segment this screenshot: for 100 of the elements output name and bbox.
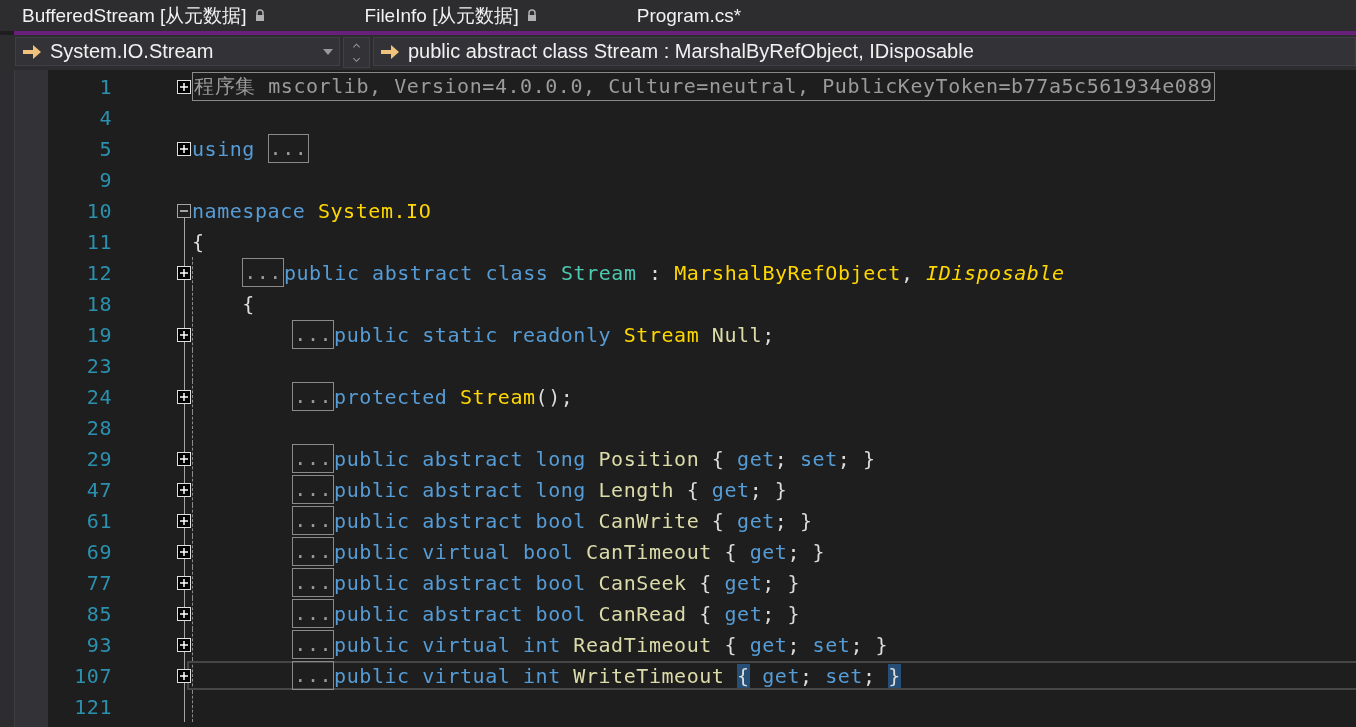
expand-icon[interactable] [177, 451, 191, 466]
line-number: 61 [85, 508, 112, 533]
expand-icon[interactable] [177, 265, 191, 280]
code-token: get [711, 477, 750, 502]
code-token: System.IO [317, 198, 432, 223]
code-token: CanRead [598, 601, 687, 626]
expand-icon[interactable] [177, 513, 191, 528]
code-token: protected [334, 384, 449, 409]
collapsed-code[interactable]: ... [242, 258, 284, 287]
line-number: 19 [85, 322, 112, 347]
collapsed-code[interactable]: ... [292, 320, 335, 349]
collapsed-code[interactable]: ... [292, 506, 335, 535]
line-number: 11 [85, 229, 112, 254]
line-number: 29 [85, 446, 112, 471]
code-token: ; [774, 446, 789, 471]
code-token: { [192, 229, 205, 254]
code-token: ; [862, 663, 877, 688]
line-number: 1 [98, 74, 112, 99]
collapsed-code[interactable]: ... [292, 568, 335, 597]
collapsed-code[interactable]: ... [292, 537, 335, 566]
code-token: public static readonly [334, 322, 613, 347]
line-number: 85 [85, 601, 112, 626]
code-token: Null [710, 322, 763, 347]
code-token: { [698, 570, 713, 595]
collapsed-code[interactable]: ... [292, 661, 335, 690]
code-token: ; [762, 322, 775, 347]
line-number: 23 [85, 353, 112, 378]
code-token: public virtual int [334, 663, 562, 688]
code-token: ; } [787, 539, 826, 564]
collapsed-code[interactable]: ... [292, 599, 335, 628]
code-token: Stream [560, 260, 637, 285]
code-token: public abstract bool [334, 601, 587, 626]
member-dropdown[interactable]: public abstract class Stream : MarshalByRefObject, IDisposable [373, 37, 1356, 66]
collapsed-code[interactable]: ... [292, 630, 335, 659]
collapsed-code[interactable]: ... [292, 444, 335, 473]
code-token: ; } [774, 508, 813, 533]
code-token: Stream [460, 384, 536, 409]
code-token: ; [787, 632, 801, 657]
code-token: ; } [749, 477, 788, 502]
line-number: 121 [73, 694, 112, 719]
code-token: { [710, 508, 726, 533]
expand-icon[interactable] [177, 668, 191, 683]
line-number: 9 [98, 167, 112, 192]
line-number: 47 [85, 477, 112, 502]
file-tab[interactable]: BufferedStream [从元数据] [12, 0, 275, 31]
file-tab[interactable]: FileInfo [从元数据] [354, 0, 547, 31]
code-token: get [737, 446, 775, 471]
code-token: ReadTimeout [573, 632, 712, 657]
code-token: ; } [837, 446, 876, 471]
code-token: get [761, 663, 800, 688]
code-token: { [723, 632, 739, 657]
code-token: public abstract bool [334, 570, 587, 595]
collapsed-code[interactable]: ... [292, 475, 335, 504]
collapsed-code[interactable]: ... [292, 382, 335, 411]
expand-icon[interactable] [177, 389, 191, 404]
code-token: public virtual int [334, 632, 562, 657]
code-token: set [825, 663, 863, 688]
matched-brace: { [737, 663, 750, 688]
code-token: WriteTimeout [573, 663, 726, 688]
code-token: , [900, 260, 915, 285]
code-token: IDisposable [926, 260, 1065, 285]
code-token: { [242, 291, 255, 316]
code-token: public virtual bool [334, 539, 575, 564]
expand-icon[interactable] [177, 637, 191, 652]
line-number: 93 [85, 632, 112, 657]
expand-icon[interactable] [177, 327, 191, 342]
caret-icon [323, 48, 333, 55]
file-tab[interactable]: Program.cs* [626, 0, 752, 31]
code-token: public abstract class [283, 260, 550, 285]
code-token: { [685, 477, 701, 502]
code-token: Length [598, 477, 675, 502]
code-token: : [648, 260, 663, 285]
code-token: get [724, 570, 763, 595]
expand-icon[interactable] [177, 141, 191, 156]
code-token: set [812, 632, 851, 657]
code-token: { [698, 601, 713, 626]
line-number: 18 [85, 291, 112, 316]
code-token: public abstract bool [334, 508, 587, 533]
line-number: 5 [98, 136, 112, 161]
code-token: { [723, 539, 739, 564]
expand-icon[interactable] [177, 606, 191, 621]
code-token: using [192, 136, 256, 161]
code-token: Stream [623, 322, 700, 347]
code-token: CanTimeout [585, 539, 712, 564]
code-token: get [737, 508, 775, 533]
collapsed-code[interactable]: 程序集 mscorlib, Version=4.0.0.0, Culture=neutral, PublicKeyToken=b77a5c561934e089 [192, 72, 1215, 101]
expand-icon[interactable] [177, 79, 191, 94]
code-token: CanSeek [598, 570, 687, 595]
line-number: 4 [98, 105, 112, 130]
expand-icon[interactable] [177, 575, 191, 590]
line-number: 24 [85, 384, 112, 409]
line-number: 28 [85, 415, 112, 440]
collapsed-code[interactable]: ... [267, 134, 310, 163]
collapse-icon[interactable] [177, 203, 191, 218]
expand-icon[interactable] [177, 544, 191, 559]
line-number: 77 [85, 570, 112, 595]
expand-icon[interactable] [177, 482, 191, 497]
arrow-icon [380, 43, 400, 60]
line-number: 12 [85, 260, 112, 285]
type-dropdown[interactable]: System.IO.Stream [15, 37, 340, 66]
